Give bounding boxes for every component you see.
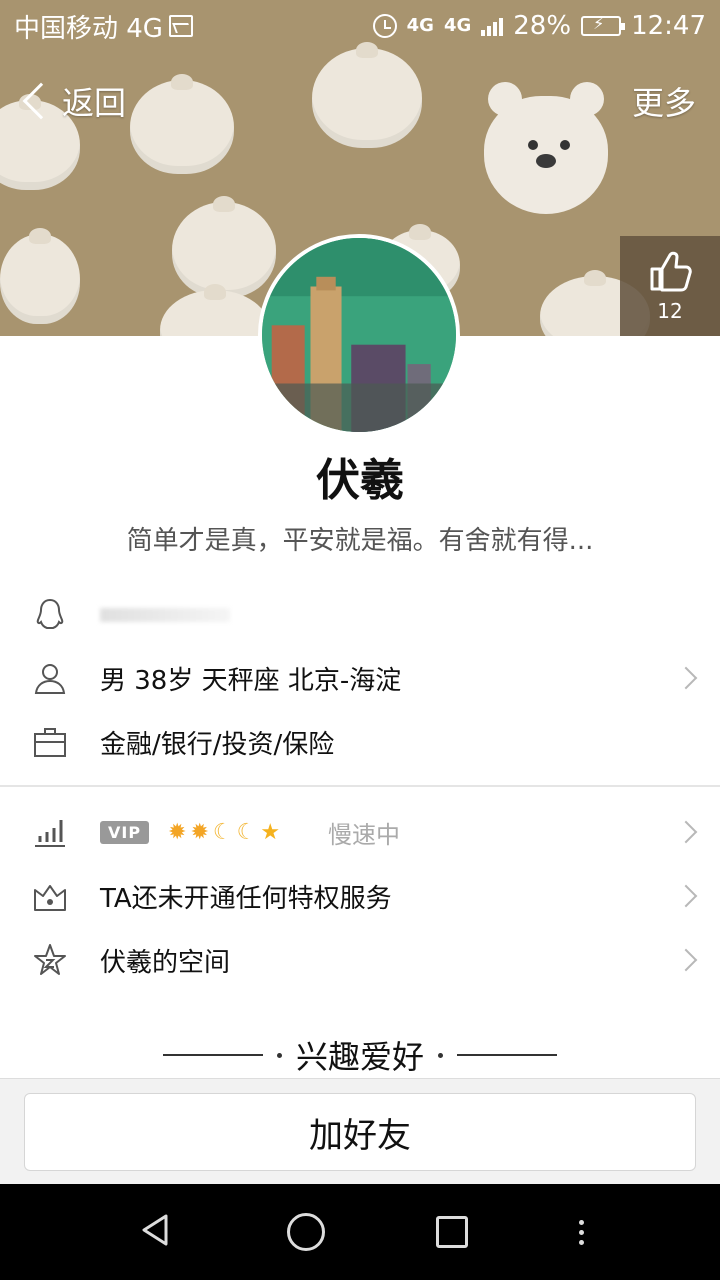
- sun-icon: ✹: [168, 819, 187, 845]
- menu-dots-icon[interactable]: [579, 1219, 585, 1245]
- crown-icon: [32, 878, 68, 914]
- qq-icon: [32, 596, 68, 632]
- interests-header: 兴趣爱好: [0, 1030, 720, 1080]
- chevron-right-icon: [674, 884, 698, 908]
- profile-name: 伏羲: [316, 455, 404, 506]
- bottom-action-bar: 加好友: [0, 1078, 720, 1184]
- chevron-left-icon: [22, 82, 60, 120]
- network-label-2: 4G: [443, 15, 472, 36]
- divider-line: [457, 1054, 557, 1056]
- thumbs-up-icon: [648, 249, 692, 293]
- space-text: 伏羲的空间: [100, 947, 231, 978]
- occupation-row: 金融/银行/投资/保险: [0, 710, 720, 774]
- vip-badge: VIP: [100, 820, 150, 844]
- battery-icon: [581, 14, 626, 36]
- qq-number-masked: [100, 599, 230, 629]
- vip-level-row[interactable]: VIP ✹ ✹ ☾ ☾ ★ 慢速中: [0, 800, 720, 864]
- recent-apps-icon[interactable]: [436, 1216, 469, 1248]
- carrier-label: 中国移动 4G: [14, 13, 163, 44]
- divider-dot: [438, 1052, 443, 1058]
- level-icons: ✹ ✹ ☾ ☾ ★: [168, 820, 280, 845]
- like-count: 12: [657, 299, 683, 323]
- avatar[interactable]: [258, 234, 460, 436]
- signal-icon: [481, 16, 504, 36]
- home-nav-icon[interactable]: [286, 1213, 325, 1251]
- cover-decoration: [172, 196, 276, 298]
- battery-percent: 28%: [513, 11, 572, 41]
- cover-decoration: [0, 228, 80, 324]
- gallery-icon: [168, 15, 193, 37]
- privilege-row[interactable]: TA还未开通任何特权服务: [0, 864, 720, 928]
- occupation-text: 金融/银行/投资/保险: [100, 729, 335, 760]
- chevron-right-icon: [674, 666, 698, 690]
- profile-signature: 简单才是真，平安就是福。有舍就有得...: [126, 526, 594, 556]
- chevron-right-icon: [674, 948, 698, 972]
- more-button[interactable]: 更多: [632, 78, 696, 124]
- privilege-text: TA还未开通任何特权服务: [100, 883, 392, 914]
- moon-icon: ☾: [236, 819, 257, 845]
- alarm-icon: [372, 14, 397, 38]
- network-label: 4G: [406, 15, 434, 36]
- like-button[interactable]: 12: [620, 236, 720, 336]
- basic-info-text: 男 38岁 天秤座 北京-海淀: [100, 665, 402, 696]
- vip-status: 慢速中: [328, 820, 400, 849]
- space-star-icon: [32, 942, 68, 978]
- back-button[interactable]: 返回: [20, 78, 126, 124]
- back-nav-icon[interactable]: [136, 1210, 176, 1254]
- star-icon: ★: [260, 819, 281, 845]
- moon-icon: ☾: [212, 819, 233, 845]
- add-friend-button[interactable]: 加好友: [24, 1093, 696, 1171]
- level-chart-icon: [32, 814, 68, 850]
- space-row[interactable]: 伏羲的空间: [0, 928, 720, 992]
- back-label: 返回: [62, 84, 127, 122]
- sun-icon: ✹: [190, 819, 209, 845]
- basic-info-row[interactable]: 男 38岁 天秤座 北京-海淀: [0, 646, 720, 710]
- interests-title: 兴趣爱好: [295, 1038, 424, 1076]
- top-nav: 返回 更多: [0, 70, 720, 134]
- divider-dot: [276, 1052, 282, 1058]
- divider: [0, 785, 720, 787]
- briefcase-icon: [32, 724, 68, 760]
- chevron-right-icon: [674, 820, 698, 844]
- status-bar: 中国移动 4G 4G 4G 28% 12:47: [0, 0, 720, 52]
- system-nav-bar: [0, 1184, 720, 1280]
- clock: 12:47: [631, 11, 706, 41]
- cover-decoration: [160, 284, 270, 336]
- user-icon: [32, 660, 68, 696]
- divider-line: [162, 1054, 263, 1056]
- qq-number-row: [0, 582, 720, 646]
